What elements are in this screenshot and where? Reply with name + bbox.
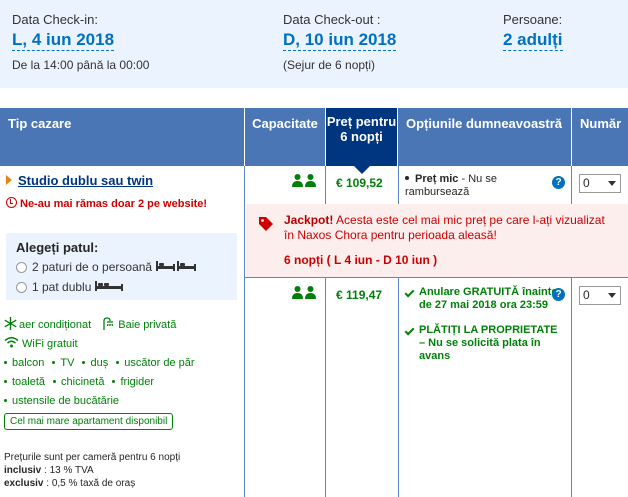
bullet <box>405 176 409 180</box>
offer-price: € 109,52 <box>336 176 383 190</box>
check-icon <box>404 325 415 336</box>
bullet <box>116 361 120 364</box>
facilities-list: aer condiționat Baie privată WiFi gratui… <box>4 316 240 411</box>
price-note-line: Prețurile sunt per cameră pentru 6 nopți <box>4 452 181 463</box>
facility-item: ustensile de bucătărie <box>4 392 119 411</box>
checkin-time: De la 14:00 până la 00:00 <box>12 58 150 72</box>
guests-block: Persoane: 2 adulți <box>503 12 563 51</box>
bullet <box>4 399 7 402</box>
guests-link[interactable]: 2 adulți <box>503 30 563 51</box>
offer-option-nonrefundable: Preț mic - Nu se rambursează <box>405 173 497 198</box>
scarcity-text: Ne-au mai rămas doar 2 pe website! <box>20 198 208 210</box>
facility-wifi-label: WiFi gratuit <box>22 338 78 350</box>
checkin-block: Data Check-in: L, 4 iun 2018 De la 14:00… <box>12 12 149 72</box>
radio-twin-beds[interactable] <box>16 261 27 273</box>
checkout-label: Data Check-out : <box>283 12 381 27</box>
room-count-select[interactable]: 0 <box>579 286 621 305</box>
radio-double-bed[interactable] <box>16 281 27 293</box>
header-price: Preț pentru 6 nopți <box>326 108 398 174</box>
checkin-date-link[interactable]: L, 4 iun 2018 <box>12 30 115 51</box>
checkin-label: Data Check-in: <box>12 12 98 27</box>
jackpot-message: Jackpot! Acesta este cel mai mic preț pe… <box>284 213 605 242</box>
room-name: Studio dublu sau twin <box>18 173 154 188</box>
wifi-icon <box>4 337 19 348</box>
price-note-city-tax: exclusiv : 0,5 % taxă de oraș <box>4 478 136 489</box>
bullet <box>112 380 116 383</box>
facility-item: chicinetă <box>53 373 104 392</box>
guests-label: Persoane: <box>503 12 563 27</box>
offer-options: Anulare GRATUITĂ înainte de 27 mai 2018 … <box>404 286 565 363</box>
bullet <box>52 361 56 364</box>
room-name-link[interactable]: Studio dublu sau twin <box>6 173 153 188</box>
facility-item: duș <box>82 354 108 373</box>
facility-item: balcon <box>4 354 44 373</box>
two-single-beds-icon <box>156 259 197 275</box>
header-number: Număr <box>580 116 622 131</box>
facility-item: TV <box>52 354 74 373</box>
snowflake-icon <box>4 317 17 330</box>
offer-price: € 119,47 <box>336 288 383 302</box>
facility-ac: aer condiționat <box>4 316 91 335</box>
checkout-date-link[interactable]: D, 10 iun 2018 <box>283 30 397 51</box>
price-tag-icon <box>258 216 274 236</box>
column-divider <box>244 166 245 497</box>
header-price-label: Preț pentru 6 nopți <box>326 114 397 144</box>
facility-bathroom: Baie privată <box>102 316 176 335</box>
bed-option-twin[interactable]: 2 paturi de o persoană <box>16 259 227 275</box>
scarcity-message: Ne-au mai rămas doar 2 pe website! <box>6 197 207 210</box>
header-capacity: Capacitate <box>245 108 326 166</box>
header-room-type: Tip cazare <box>0 108 245 166</box>
stay-length: (Sejur de 6 nopți) <box>283 58 376 72</box>
bed-option-twin-label: 2 paturi de o persoană <box>32 260 153 274</box>
clock-icon <box>6 197 17 208</box>
help-icon[interactable]: ? <box>552 288 565 301</box>
price-note-vat: inclusiv : 13 % TVA <box>4 465 94 476</box>
jackpot-dates: 6 nopți ( L 4 iun - D 10 iun ) <box>284 253 438 267</box>
largest-apartment-badge: Cel mai mare apartament disponibil <box>4 413 174 430</box>
bullet <box>4 361 7 364</box>
facility-item: toaletă <box>4 373 45 392</box>
chevron-down-icon <box>608 181 616 186</box>
facility-item: uscător de păr <box>116 354 195 373</box>
chevron-down-icon <box>608 293 616 298</box>
offer-option-free-cancel: Anulare GRATUITĂ înainte de 27 mai 2018 … <box>404 286 565 312</box>
check-icon <box>404 287 415 298</box>
bullet <box>53 380 57 383</box>
double-bed-icon <box>95 279 124 295</box>
bullet <box>4 380 7 383</box>
bed-choice-box: Alegeți patul: 2 paturi de o persoană 1 … <box>6 233 237 300</box>
checkout-block: Data Check-out : D, 10 iun 2018 (Sejur d… <box>283 12 397 72</box>
facility-item: frigider <box>112 373 154 392</box>
table-header: Tip cazare Capacitate Preț pentru 6 nopț… <box>0 108 628 174</box>
bed-choice-title: Alegeți patul: <box>16 240 99 255</box>
shower-icon <box>103 317 114 330</box>
jackpot-banner: Jackpot! Acesta este cel mai mic preț pe… <box>246 204 628 277</box>
expand-triangle-icon <box>6 175 12 185</box>
help-icon[interactable]: ? <box>552 176 565 189</box>
capacity-two-persons-icon <box>292 174 316 187</box>
capacity-two-persons-icon <box>292 286 316 299</box>
offer-option-pay-at-property: PLĂTIȚI LA PROPRIETATE – Nu se solicită … <box>404 324 565 363</box>
booking-summary: Data Check-in: L, 4 iun 2018 De la 14:00… <box>0 0 628 88</box>
row-divider <box>245 277 628 278</box>
bed-option-double[interactable]: 1 pat dublu <box>16 279 227 295</box>
bullet <box>82 361 86 364</box>
facility-wifi: WiFi gratuit <box>4 335 78 354</box>
header-options: Opțiunile dumneavoastră <box>398 108 572 166</box>
room-count-select[interactable]: 0 <box>579 174 621 193</box>
facility-bathroom-label: Baie privată <box>118 319 177 331</box>
price-info-note: Prețurile sunt per cameră pentru 6 nopți… <box>4 451 234 490</box>
facility-ac-label: aer condiționat <box>19 319 92 331</box>
bed-option-double-label: 1 pat dublu <box>32 280 92 294</box>
